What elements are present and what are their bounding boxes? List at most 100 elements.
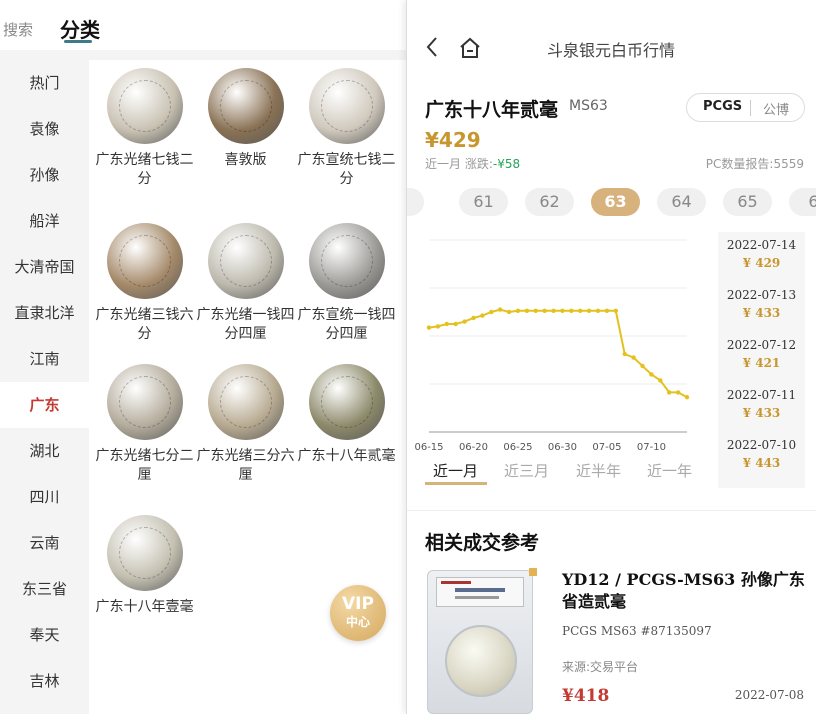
vip-center-button[interactable]: VIP 中心 — [330, 585, 386, 641]
price-point[interactable] — [649, 372, 654, 377]
sidebar-item[interactable]: 袁像 — [0, 106, 89, 152]
price-point[interactable] — [684, 395, 690, 400]
related-item-source: 来源:交易平台 — [562, 660, 639, 674]
x-tick-label: 07-10 — [637, 442, 666, 453]
period-tab[interactable]: 近一年 — [647, 460, 692, 481]
coin-label: 广东光绪三分六厘 — [196, 448, 295, 483]
price-point[interactable] — [453, 321, 458, 327]
grade-pill[interactable]: 6 — [789, 188, 816, 216]
tab-category[interactable]: 分类 — [60, 14, 100, 43]
price-point[interactable] — [497, 307, 503, 312]
price-point[interactable] — [524, 308, 530, 313]
price-point[interactable] — [435, 324, 441, 329]
coin-card[interactable]: 广东光绪三钱六分 — [94, 223, 195, 344]
price-chart: 06-15 06-20 06-25 06-30 07-05 07-10 — [415, 239, 690, 453]
price-point[interactable] — [604, 308, 610, 313]
sidebar-item[interactable]: 孙像 — [0, 152, 89, 198]
price-point[interactable] — [613, 308, 619, 313]
price-point[interactable] — [586, 308, 592, 313]
sidebar-item[interactable]: 湖北 — [0, 428, 89, 474]
grade-pill[interactable]: 0 — [407, 188, 424, 216]
sidebar-item[interactable]: 奉天 — [0, 612, 89, 658]
grade-selector: 0 61 62 63 64 65 6 — [407, 188, 816, 218]
price-row[interactable]: 2022-07-11 ¥ 433 — [718, 382, 805, 432]
tab-search[interactable]: 搜索 — [3, 19, 33, 40]
sidebar-item[interactable]: 大清帝国 — [0, 244, 89, 290]
price-point[interactable] — [471, 315, 476, 321]
coin-card[interactable]: 广东光绪三分六厘 — [195, 364, 296, 485]
toggle-divider — [750, 100, 751, 116]
sidebar-item[interactable]: 东三省 — [0, 566, 89, 612]
price-point[interactable] — [640, 363, 645, 369]
coin-card[interactable]: 广东十八年壹毫 — [94, 515, 195, 617]
grade-pill[interactable]: 62 — [525, 188, 574, 216]
price-point[interactable] — [542, 308, 547, 313]
price-point[interactable] — [480, 313, 485, 318]
period-tab[interactable]: 近半年 — [576, 460, 621, 481]
price-row[interactable]: 2022-07-13 ¥ 433 — [718, 282, 805, 332]
coin-card[interactable]: 喜敦版 — [195, 68, 296, 170]
coin-card[interactable]: 广东十八年贰毫 — [296, 364, 397, 466]
price-row[interactable]: 2022-07-12 ¥ 421 — [718, 332, 805, 382]
price-row[interactable]: 2022-07-14 ¥ 429 — [718, 232, 805, 282]
period-tab[interactable]: 近三月 — [504, 460, 549, 481]
price-row[interactable]: 2022-07-10 ¥ 443 — [718, 432, 805, 482]
price-point[interactable] — [578, 308, 583, 313]
period-tab[interactable]: 近一月 — [433, 460, 478, 481]
grade-pill[interactable]: 63 — [591, 188, 640, 216]
price-point[interactable] — [631, 355, 636, 360]
grade-pill[interactable]: 64 — [657, 188, 706, 216]
vip-sub-label: 中心 — [345, 615, 370, 629]
toggle-gongbo[interactable]: 公博 — [763, 99, 789, 118]
coin-card[interactable]: 广东光绪七钱二分 — [94, 68, 195, 189]
sidebar-item[interactable]: 云南 — [0, 520, 89, 566]
price-point[interactable] — [489, 309, 494, 315]
price-point[interactable] — [622, 351, 627, 357]
coin-card[interactable]: 广东宣统七钱二分 — [296, 68, 397, 189]
graded-coin-image[interactable] — [427, 568, 537, 714]
price-point[interactable] — [444, 321, 449, 327]
sidebar-item[interactable]: 江南 — [0, 336, 89, 382]
price-point[interactable] — [560, 308, 565, 313]
population-report[interactable]: PC数量报告:5559 — [706, 155, 804, 172]
price-point[interactable] — [595, 308, 601, 313]
sidebar-item[interactable]: 船洋 — [0, 198, 89, 244]
section-divider — [407, 510, 816, 511]
price-point[interactable] — [506, 309, 512, 315]
coin-photo — [445, 625, 517, 697]
sidebar-item[interactable]: 吉林 — [0, 658, 89, 704]
price-point[interactable] — [675, 390, 681, 395]
price-point[interactable] — [462, 319, 467, 324]
price-point[interactable] — [667, 390, 672, 395]
current-price: ¥429 — [425, 128, 481, 152]
grading-service-toggle: PCGS 公博 — [686, 93, 805, 122]
price-point[interactable] — [515, 308, 521, 313]
sidebar-item[interactable]: 热门 — [0, 60, 89, 106]
grade-pill[interactable]: 61 — [459, 188, 508, 216]
price-point[interactable] — [658, 378, 663, 383]
related-item-name[interactable]: YD12 / PCGS-MS63 孙像广东省造贰毫 — [562, 569, 807, 613]
price-point[interactable] — [569, 308, 574, 313]
vip-label: VIP — [342, 594, 374, 614]
grade-pill[interactable]: 65 — [723, 188, 772, 216]
price-point[interactable] — [533, 308, 538, 313]
home-icon[interactable] — [459, 37, 481, 59]
sidebar-item[interactable]: 四川 — [0, 474, 89, 520]
coin-card[interactable]: 广东光绪七分二厘 — [94, 364, 195, 485]
sidebar-item[interactable]: 广东 — [0, 382, 89, 428]
price-point[interactable] — [426, 325, 432, 330]
chevron-left-icon[interactable] — [425, 36, 439, 58]
price-row-date: 2022-07-10 — [726, 438, 797, 452]
price-row-date: 2022-07-13 — [726, 288, 797, 302]
x-tick-label: 06-25 — [503, 442, 532, 453]
slab-corner-mark — [529, 568, 537, 576]
coin-card[interactable]: 广东宣统一钱四分四厘 — [296, 223, 397, 344]
toggle-pcgs[interactable]: PCGS — [703, 99, 742, 114]
coin-card[interactable]: 广东光绪一钱四分四厘 — [195, 223, 296, 344]
related-item-cert: PCGS MS63 #87135097 — [562, 624, 712, 638]
price-row-value: ¥ 429 — [742, 256, 781, 270]
price-point[interactable] — [551, 308, 556, 313]
sidebar-item[interactable]: 直隶北洋 — [0, 290, 89, 336]
x-tick-label: 06-30 — [548, 442, 577, 453]
coin-thumbnail — [207, 364, 284, 440]
